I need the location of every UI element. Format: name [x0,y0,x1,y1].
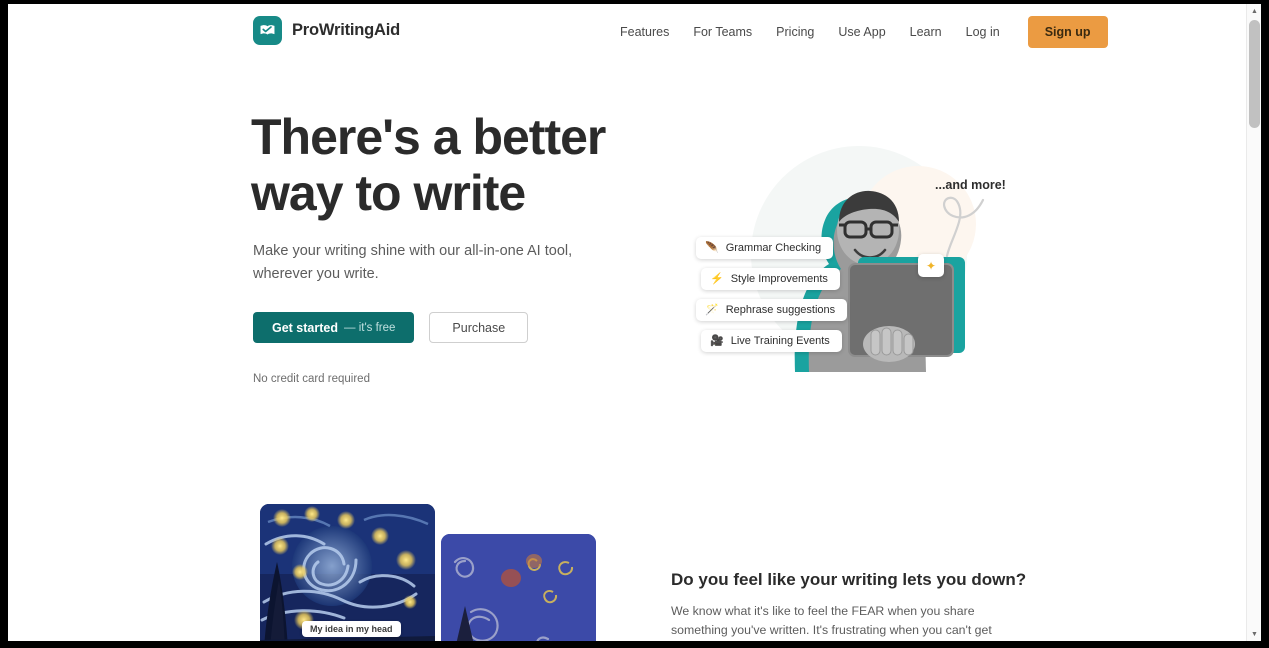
nav-link-learn[interactable]: Learn [898,17,954,47]
feather-pen-icon: 🪶 [705,241,719,254]
lower-section-body: We know what it's like to feel the FEAR … [671,604,992,637]
scroll-down-arrow-icon[interactable]: ▼ [1247,627,1261,641]
open-book-check-icon [253,16,282,45]
lower-section-heading: Do you feel like your writing lets you d… [671,570,1027,589]
get-started-suffix: — it's free [344,321,396,334]
sparkles-icon: ✦ [918,254,944,277]
nav-link-log-in[interactable]: Log in [954,17,1012,47]
feature-pill-label: Live Training Events [730,335,830,347]
lightning-bolt-icon: ⚡ [710,272,724,285]
feature-pill-live-training-events: 🎥 Live Training Events [701,330,842,352]
browser-viewport: ProWritingAid Features For Teams Pricing… [8,4,1261,641]
nav-link-use-app[interactable]: Use App [826,17,897,47]
feature-pill-label: Grammar Checking [725,242,822,254]
feature-pill-label: Style Improvements [730,273,828,285]
starry-night-caption: My idea in my head [302,621,401,637]
and-more-callout: ...and more! [935,178,1006,192]
feature-pill-rephrase-suggestions: 🪄 Rephrase suggestions [696,299,848,321]
magic-wand-icon: 🪄 [705,303,719,316]
brand-logo-link[interactable]: ProWritingAid [253,16,400,45]
sign-up-button[interactable]: Sign up [1027,16,1108,48]
main-navigation: Features For Teams Pricing Use App Learn… [608,16,1108,48]
page-scrollbar[interactable]: ▲ ▼ [1246,4,1261,641]
scrollbar-thumb[interactable] [1249,20,1260,128]
scroll-up-arrow-icon[interactable]: ▲ [1247,4,1261,18]
brand-name: ProWritingAid [292,21,401,39]
site-header: ProWritingAid Features For Teams Pricing… [8,4,1253,60]
no-credit-card-note: No credit card required [253,373,370,385]
nav-link-for-teams[interactable]: For Teams [681,17,764,47]
get-started-label: Get started [272,320,338,335]
nav-link-pricing[interactable]: Pricing [764,17,826,47]
feature-pill-style-improvements: ⚡ Style Improvements [701,268,840,290]
purchase-button[interactable]: Purchase [429,312,529,343]
feature-pill-grammar-checking: 🪶 Grammar Checking [696,237,834,259]
video-camera-icon: 🎥 [710,334,724,347]
crude-drawing-illustration [441,534,596,641]
hero-cta-row: Get started — it's free Purchase [253,312,529,343]
get-started-button[interactable]: Get started — it's free [253,312,415,343]
feature-pill-label: Rephrase suggestions [725,304,836,316]
nav-link-features[interactable]: Features [608,17,681,47]
hero-title: There's a better way to write [251,109,606,221]
hero-subtitle: Make your writing shine with our all-in-… [253,243,573,282]
hero-illustration: ...and more! ✦ 🪶 Grammar Checking ⚡ Styl… [663,104,1023,396]
page-content: ProWritingAid Features For Teams Pricing… [8,4,1253,641]
